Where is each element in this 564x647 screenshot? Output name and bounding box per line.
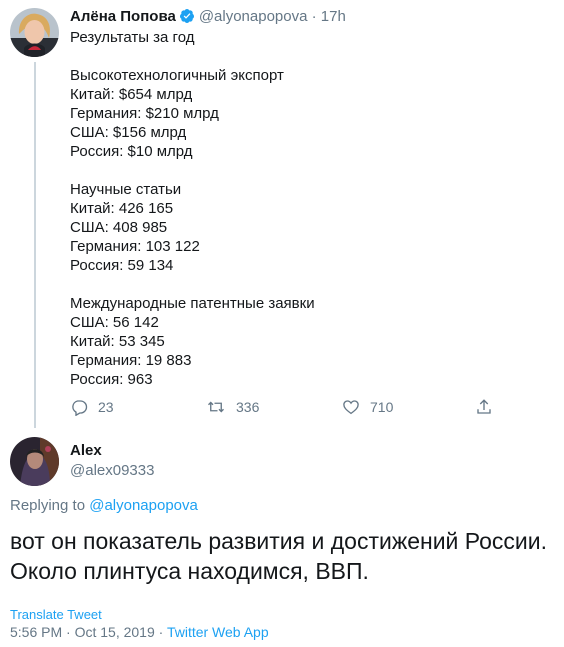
tweet-meta: 5:56 PM · Oct 15, 2019 · Twitter Web App: [10, 624, 269, 640]
share-button[interactable]: [475, 398, 493, 416]
translate-tweet-link[interactable]: Translate Tweet: [10, 607, 102, 622]
tweet-body: Результаты за год Высокотехнологичный эк…: [70, 28, 550, 389]
heart-icon: [343, 400, 359, 415]
tweet-time[interactable]: 17h: [321, 8, 346, 25]
tweet-line: Научные статьи: [70, 181, 182, 198]
tweet-line: Германия: 103 122: [70, 238, 200, 255]
replying-to: Replying to @alyonapopova: [10, 497, 198, 514]
tweet-line: Россия: 59 134: [70, 257, 174, 274]
tweet-actions: 23 336 710: [70, 398, 500, 418]
verified-icon: [179, 8, 195, 29]
reply-count: 23: [98, 399, 114, 415]
tweet-line: Китай: 53 345: [70, 333, 165, 350]
tweet-line: [70, 275, 550, 294]
thread-line: [34, 62, 36, 428]
tweet-line: Германия: $210 млрд: [70, 105, 219, 122]
author-handle[interactable]: @alyonapopova: [199, 8, 308, 25]
retweet-count: 336: [236, 399, 260, 415]
tweet-line: [70, 47, 550, 66]
tweet-header: Алёна Попова @alyonapopova · 17h: [70, 8, 346, 29]
tweet-line: США: $156 млрд: [70, 124, 187, 141]
tweet-line: Китай: $654 млрд: [70, 86, 193, 103]
like-count: 710: [370, 399, 394, 415]
tweet-line: Германия: 19 883: [70, 352, 192, 369]
replying-label: Replying to: [10, 497, 86, 514]
retweet-icon: [208, 401, 224, 413]
tweet-line: США: 408 985: [70, 219, 168, 236]
source-app-link[interactable]: Twitter Web App: [167, 624, 269, 640]
reply-text-line: вот он показатель развития и достижений …: [10, 528, 547, 554]
tweet-line: Россия: 963: [70, 371, 153, 388]
tweet-line: Россия: $10 млрд: [70, 143, 193, 160]
tweet-line: Результаты за год: [70, 29, 195, 46]
author-name[interactable]: Alex: [70, 442, 102, 459]
tweet-line: США: 56 142: [70, 314, 159, 331]
like-button[interactable]: 710: [342, 398, 393, 416]
reply-text: вот он показатель развития и достижений …: [10, 526, 555, 586]
reply-button[interactable]: 23: [70, 398, 114, 416]
separator: ·: [311, 8, 317, 25]
replying-to-link[interactable]: @alyonapopova: [89, 497, 198, 514]
reply-icon: [72, 400, 88, 416]
tweet-line: Высокотехнологичный экспорт: [70, 67, 284, 84]
retweet-button[interactable]: 336: [206, 398, 259, 416]
author-handle[interactable]: @alex09333: [70, 462, 154, 479]
tweet-line: [70, 161, 550, 180]
tweet-line: Международные патентные заявки: [70, 295, 315, 312]
avatar[interactable]: [10, 437, 59, 486]
reply-text-line: Около плинтуса находимся, ВВП.: [10, 558, 369, 584]
tweet-line: Китай: 426 165: [70, 200, 174, 217]
timestamp[interactable]: 5:56 PM · Oct 15, 2019 ·: [10, 624, 163, 640]
author-name[interactable]: Алёна Попова: [70, 8, 176, 25]
avatar[interactable]: [10, 8, 59, 57]
share-icon: [477, 399, 491, 414]
